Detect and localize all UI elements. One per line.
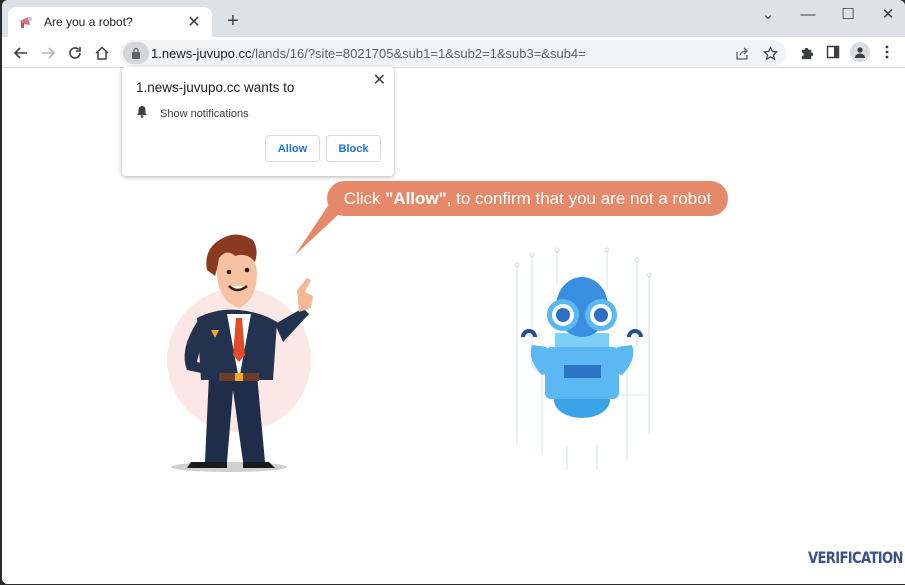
pointing-hand xyxy=(297,278,313,312)
menu-kebab-icon[interactable] xyxy=(877,42,897,62)
tab-active[interactable]: Are you a robot? ✕ xyxy=(8,7,212,37)
megaphone-icon xyxy=(18,14,34,30)
bell-icon xyxy=(136,105,148,123)
window-close-icon[interactable]: ✕ xyxy=(868,4,905,26)
window-controls: ⌄ — ☐ ✕ xyxy=(748,4,905,26)
verification-brand: VERIFICATION xyxy=(808,548,903,567)
tab-title: Are you a robot? xyxy=(44,15,133,29)
body-panel xyxy=(564,365,601,378)
popup-close-icon[interactable]: ✕ xyxy=(373,70,386,90)
bubble-emphasis: "Allow" xyxy=(385,188,447,208)
lock-icon[interactable] xyxy=(123,42,149,64)
url-host: 1.news-juvupo.cc xyxy=(151,45,252,61)
share-icon[interactable] xyxy=(732,43,752,63)
bookmark-star-icon[interactable] xyxy=(760,43,780,63)
back-icon[interactable] xyxy=(10,42,32,64)
notification-permission-popup: 1.news-juvupo.cc wants to ✕ Show notific… xyxy=(122,67,394,176)
left-claw xyxy=(521,329,537,337)
right-pupil xyxy=(594,308,608,322)
home-icon[interactable] xyxy=(91,42,113,64)
toolbar-actions xyxy=(796,42,897,62)
businessman-illustration xyxy=(167,234,313,472)
browser-window: Are you a robot? ✕ + ⌄ — ☐ ✕ 1.news-juvu… xyxy=(2,0,905,584)
extensions-puzzle-icon[interactable] xyxy=(796,42,816,62)
tab-search-icon[interactable]: ⌄ xyxy=(748,4,788,26)
popup-title: 1.news-juvupo.cc wants to xyxy=(136,80,295,95)
maximize-icon[interactable]: ☐ xyxy=(828,4,868,26)
minimize-icon[interactable]: — xyxy=(788,4,828,26)
permission-row: Show notifications xyxy=(136,105,249,123)
buckle xyxy=(235,373,243,381)
url-path: /lands/16/?site=8021705&sub1=1&sub2=1&su… xyxy=(251,45,586,61)
toolbar: 1.news-juvupo.cc/lands/16/?site=8021705&… xyxy=(2,37,905,68)
permission-label: Show notifications xyxy=(160,108,249,120)
omnibox-actions xyxy=(732,43,780,63)
reload-icon[interactable] xyxy=(64,42,86,64)
bubble-prefix: Click xyxy=(343,188,386,208)
speech-bubble: Click "Allow", to confirm that you are n… xyxy=(327,181,728,216)
block-button[interactable]: Block xyxy=(326,135,381,162)
forward-icon[interactable] xyxy=(37,42,59,64)
address-bar[interactable]: 1.news-juvupo.cc/lands/16/?site=8021705&… xyxy=(120,40,786,66)
new-tab-button[interactable]: + xyxy=(222,10,244,33)
tab-strip: Are you a robot? ✕ + ⌄ — ☐ ✕ xyxy=(2,0,905,37)
right-claw xyxy=(627,329,643,337)
bubble-suffix: , to confirm that you are not a robot xyxy=(446,188,712,208)
left-pupil xyxy=(556,308,570,322)
tab-close-icon[interactable]: ✕ xyxy=(186,12,202,32)
robot-illustration xyxy=(514,247,652,470)
side-panel-icon[interactable] xyxy=(823,42,843,62)
profile-avatar-icon[interactable] xyxy=(850,42,870,62)
url-text[interactable]: 1.news-juvupo.cc/lands/16/?site=8021705&… xyxy=(151,46,586,61)
allow-button[interactable]: Allow xyxy=(265,135,320,162)
